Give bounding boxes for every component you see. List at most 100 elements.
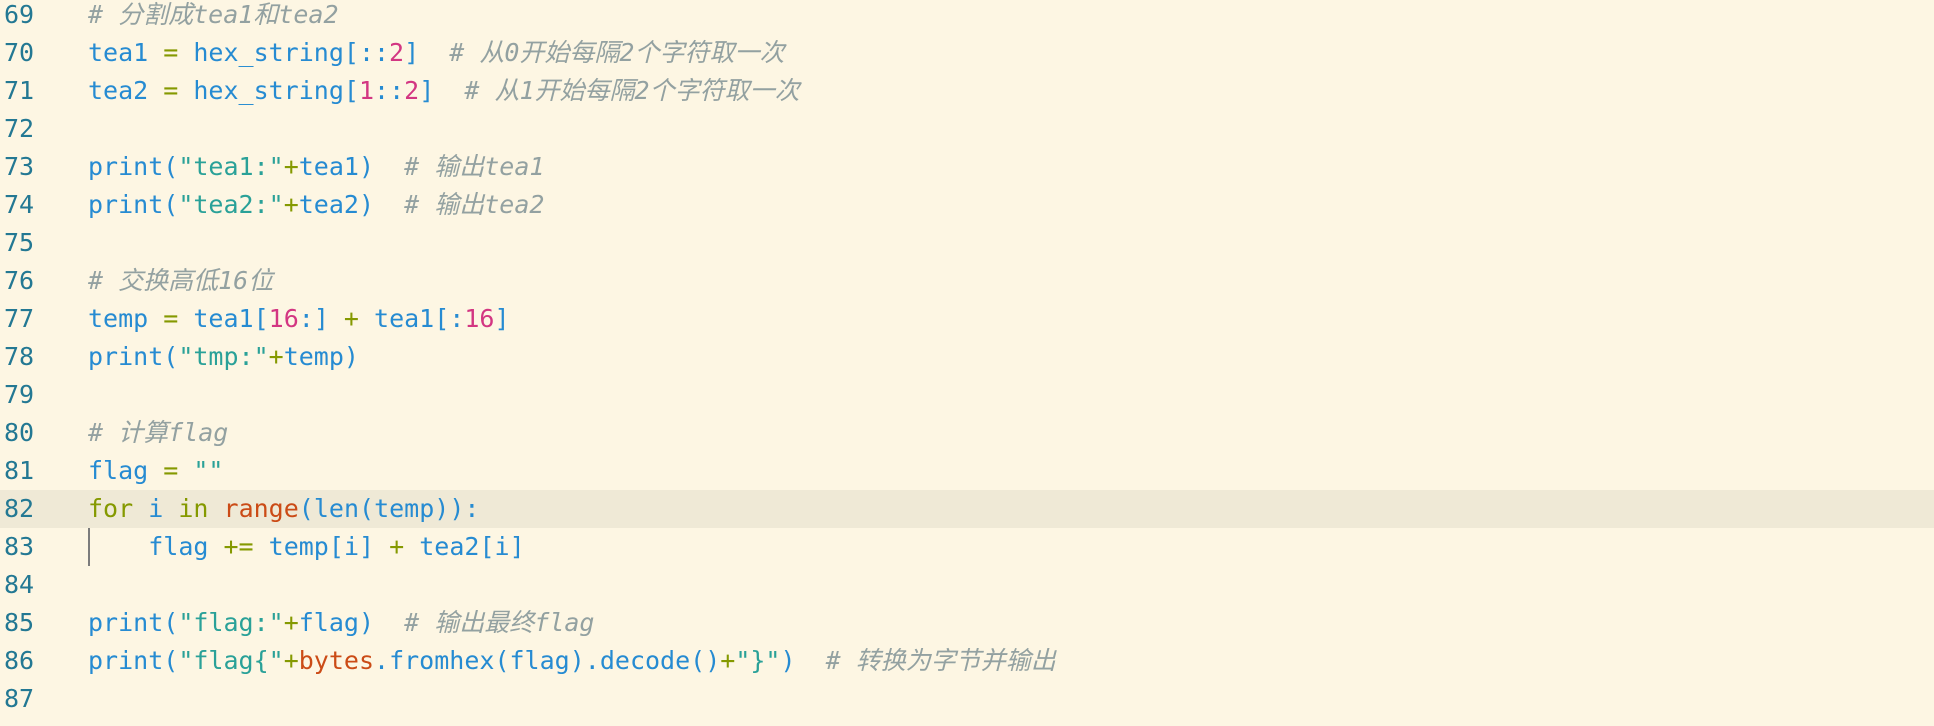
code-token: ) [343, 342, 359, 371]
code-token: + [283, 152, 299, 181]
code-token: flag [148, 532, 209, 561]
code-token: temp [268, 532, 329, 561]
code-text[interactable]: for i in range(len(temp)): [88, 490, 479, 528]
code-token: ) [358, 190, 375, 219]
code-token: [ [328, 532, 344, 561]
code-line[interactable]: 84 [0, 566, 1934, 604]
code-text[interactable]: flag += temp[i] + tea2[i] [88, 528, 525, 566]
code-token: print [88, 646, 164, 675]
code-token: ( [163, 646, 179, 675]
code-token: + [283, 646, 299, 675]
code-line[interactable]: 85 print("flag:"+flag) # 输出最终flag [0, 604, 1934, 642]
code-line[interactable]: 77 temp = tea1[16:] + tea1[:16] [0, 300, 1934, 338]
code-line[interactable]: 79 [0, 376, 1934, 414]
line-number: 79 [4, 380, 35, 409]
code-line[interactable]: 75 [0, 224, 1934, 262]
code-text[interactable]: # 交换高低16位 [88, 262, 273, 300]
code-line[interactable]: 74 print("tea2:"+tea2) # 输出tea2 [0, 186, 1934, 224]
code-token: ] [404, 38, 420, 67]
code-line-current[interactable]: 82 for i in range(len(temp)): [0, 490, 1934, 528]
code-text[interactable]: print("tmp:"+temp) [88, 338, 359, 376]
code-line[interactable]: 80 # 计算flag [0, 414, 1934, 452]
line-number: 84 [4, 570, 35, 599]
line-number: 72 [4, 114, 35, 143]
code-token: + [328, 304, 375, 333]
code-token: print [88, 608, 164, 637]
code-token: = [148, 456, 194, 485]
code-line[interactable]: 86 print("flag{"+bytes.fromhex(flag).deco… [0, 642, 1934, 680]
code-text[interactable]: tea2 = hex_string[1::2] # 从1开始每隔2个字符取一次 [88, 72, 800, 110]
code-token: for [88, 494, 134, 523]
code-token: ( [163, 152, 179, 181]
line-number: 76 [4, 266, 35, 295]
code-token: i [148, 494, 164, 523]
code-line[interactable]: 70 tea1 = hex_string[::2] # 从0开始每隔2个字符取一次 [0, 34, 1934, 72]
line-number: 80 [4, 418, 35, 447]
code-line[interactable]: 81 flag = "" [0, 452, 1934, 490]
code-token: () [690, 646, 721, 675]
code-token: ] [419, 76, 435, 105]
code-token: = [148, 76, 194, 105]
code-text[interactable]: print("tea1:"+tea1) # 输出tea1 [88, 148, 544, 186]
code-token: tea2 [88, 76, 149, 105]
code-token: flag [298, 608, 359, 637]
code-comment: # 从0开始每隔2个字符取一次 [449, 38, 785, 67]
code-token: tea2 [419, 532, 480, 561]
line-number: 86 [4, 646, 35, 675]
code-token: ) [358, 608, 375, 637]
code-token: += [208, 532, 269, 561]
code-token: hex_string [193, 38, 344, 67]
line-number: 70 [4, 38, 35, 67]
code-token: tea1 [298, 152, 359, 181]
code-token: print [88, 342, 164, 371]
code-text[interactable]: print("tea2:"+tea2) # 输出tea2 [88, 186, 544, 224]
code-text[interactable]: flag = "" [88, 452, 223, 490]
code-token: ] [509, 532, 525, 561]
code-token: 2 [404, 76, 420, 105]
code-text[interactable]: # 计算flag [88, 414, 228, 452]
code-token: "" [193, 456, 224, 485]
code-line[interactable]: 78 print("tmp:"+temp) [0, 338, 1934, 376]
line-number: 74 [4, 190, 35, 219]
line-number: 78 [4, 342, 35, 371]
code-line[interactable]: 73 print("tea1:"+tea1) # 输出tea1 [0, 148, 1934, 186]
code-text[interactable]: tea1 = hex_string[::2] # 从0开始每隔2个字符取一次 [88, 34, 785, 72]
code-token: "tmp:" [178, 342, 269, 371]
code-token: ) [358, 152, 375, 181]
code-token: = [148, 304, 194, 333]
code-token: ( [163, 190, 179, 219]
code-text[interactable]: temp = tea1[16:] + tea1[:16] [88, 300, 510, 338]
code-token: i [494, 532, 510, 561]
code-token: 16 [464, 304, 495, 333]
line-number: 85 [4, 608, 35, 637]
code-token: temp [374, 494, 435, 523]
code-token: . [374, 646, 390, 675]
code-token: print [88, 190, 164, 219]
code-token: bytes [298, 646, 375, 675]
code-line[interactable]: 71 tea2 = hex_string[1::2] # 从1开始每隔2个字符取一… [0, 72, 1934, 110]
code-token: "tea2:" [178, 190, 284, 219]
code-token: "tea1:" [178, 152, 284, 181]
code-token: "}" [735, 646, 781, 675]
code-token: in [178, 494, 209, 523]
code-text[interactable]: print("flag{"+bytes.fromhex(flag).decode… [88, 642, 1056, 680]
code-line[interactable]: 83 flag += temp[i] + tea2[i] [0, 528, 1934, 566]
code-token: )): [434, 494, 480, 523]
code-token: . [584, 646, 600, 675]
code-line[interactable]: 69 # 分割成tea1和tea2 [0, 0, 1934, 34]
code-text[interactable]: # 分割成tea1和tea2 [88, 0, 339, 34]
code-line[interactable]: 76 # 交换高低16位 [0, 262, 1934, 300]
code-line[interactable]: 87 [0, 680, 1934, 718]
code-token: :: [374, 76, 405, 105]
code-editor[interactable]: 69 # 分割成tea1和tea2 70 tea1 = hex_string[::2]… [0, 0, 1934, 726]
code-line[interactable]: 72 [0, 110, 1934, 148]
code-comment: # 计算flag [88, 418, 229, 447]
code-text[interactable]: print("flag:"+flag) # 输出最终flag [88, 604, 594, 642]
code-token: tea1 [193, 304, 254, 333]
code-token: + [268, 342, 284, 371]
code-token: tea1 [88, 38, 149, 67]
